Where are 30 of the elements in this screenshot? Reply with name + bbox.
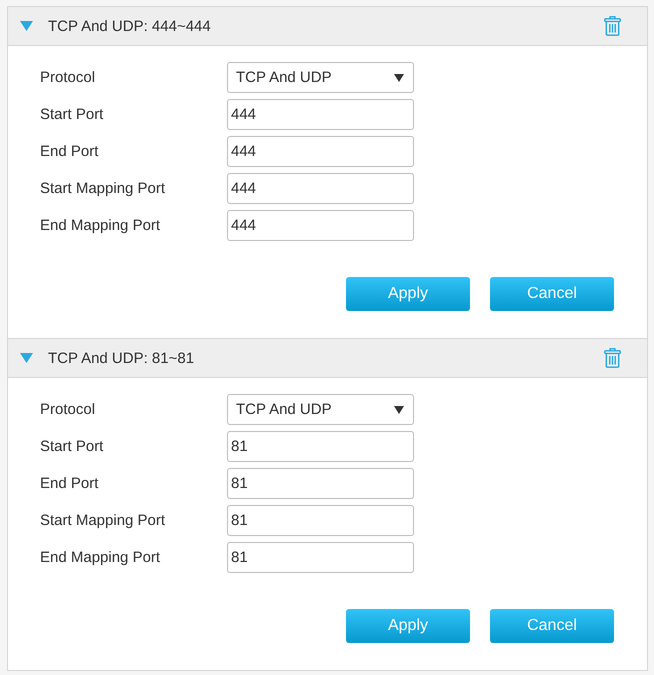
triangle-icon[interactable]	[20, 21, 33, 31]
field-label: End Port	[40, 143, 100, 160]
field-label: End Mapping Port	[40, 549, 162, 566]
field-label: End Port	[40, 475, 100, 492]
field-label: Protocol	[40, 401, 96, 418]
protocol-dropdown[interactable]: TCP And UDP	[227, 62, 414, 93]
field-label: End Mapping Port	[40, 217, 162, 234]
section-header[interactable]: TCP And UDP: 81~81	[8, 338, 647, 378]
trash-icon[interactable]	[604, 348, 621, 368]
port-input[interactable]: 81	[227, 468, 414, 499]
caret-icon	[394, 74, 404, 82]
port-input[interactable]: 444	[227, 210, 414, 241]
section-header[interactable]: TCP And UDP: 444~444	[8, 7, 647, 46]
port-input[interactable]: 444	[227, 136, 414, 167]
section-title: TCP And UDP: 444~444	[48, 18, 212, 34]
port-input[interactable]: 81	[227, 542, 414, 573]
section-title: TCP And UDP: 81~81	[48, 350, 196, 366]
field-label: Start Port	[40, 438, 104, 455]
port-input[interactable]: 81	[227, 431, 414, 462]
field-label: Start Port	[40, 106, 104, 123]
caret-icon	[394, 406, 404, 414]
field-label: Protocol	[40, 69, 96, 86]
field-label: Start Mapping Port	[40, 180, 166, 197]
triangle-icon[interactable]	[20, 353, 33, 363]
trash-icon[interactable]	[604, 16, 621, 36]
protocol-dropdown[interactable]: TCP And UDP	[227, 394, 414, 425]
port-input[interactable]: 81	[227, 505, 414, 536]
port-input[interactable]: 444	[227, 173, 414, 204]
port-input[interactable]: 444	[227, 99, 414, 130]
field-label: Start Mapping Port	[40, 512, 166, 529]
